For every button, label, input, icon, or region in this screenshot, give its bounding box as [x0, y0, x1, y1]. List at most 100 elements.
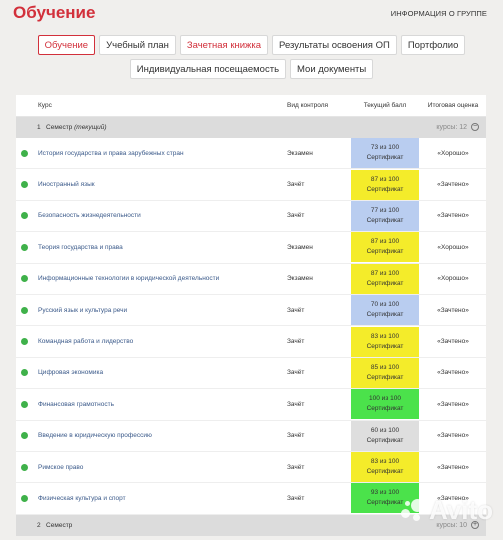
table-row: Русский язык и культура речи Зачёт 70 из 1… — [16, 295, 486, 327]
tab-tabs_row1-4[interactable]: Портфолио — [400, 35, 466, 55]
score-value: 85 из 100 — [370, 363, 400, 371]
table-row: Введение в юридическую профессию Зачёт 60 … — [16, 420, 486, 452]
semester-1-label: 1 Семестр (текущий) — [37, 124, 486, 131]
final-grade: «Хорошо» — [437, 275, 469, 283]
course-cell: Физическая культура и спорт — [16, 494, 287, 502]
course-link[interactable]: Цифровая экономика — [38, 369, 103, 376]
control-type: Экзамен — [287, 149, 313, 157]
score-cell: 70 из 100 Сертификат — [350, 295, 420, 326]
score-badge[interactable]: 85 из 100 Сертификат — [351, 357, 419, 388]
tab-tabs_row2-1[interactable]: Мои документы — [290, 59, 374, 79]
course-cell: Теория государства и права — [16, 243, 287, 251]
course-link[interactable]: Командная работа и лидерство — [38, 338, 133, 345]
final-grade: «Хорошо» — [437, 243, 469, 251]
control-type: Зачёт — [287, 212, 305, 220]
score-badge[interactable]: 87 из 100 Сертификат — [351, 232, 419, 263]
score-value: 87 из 100 — [370, 238, 400, 246]
course-link[interactable]: Римское право — [38, 464, 83, 471]
course-link[interactable]: Финансовая грамотность — [38, 401, 114, 408]
course-link[interactable]: Теория государства и права — [38, 244, 123, 251]
tab-tabs_row1-3[interactable]: Результаты освоения ОП — [272, 35, 397, 55]
control-type: Зачёт — [287, 400, 305, 408]
score-cell: 77 из 100 Сертификат — [350, 200, 420, 231]
tab-tabs_row1-2[interactable]: Зачетная книжка — [179, 35, 269, 55]
semester-1-title: Семестр — [46, 124, 73, 131]
course-link[interactable]: Информационные технологии в юридической … — [38, 275, 219, 282]
final-grade: «Зачтено» — [437, 181, 469, 189]
status-dot-icon — [21, 494, 28, 502]
status-dot-icon — [21, 463, 28, 471]
score-badge[interactable]: 77 из 100 Сертификат — [351, 200, 419, 231]
status-dot-icon — [21, 275, 28, 283]
course-link[interactable]: Физическая культура и спорт — [38, 495, 126, 502]
semester-2-title: Семестр — [46, 521, 73, 529]
score-badge[interactable]: 73 из 100 Сертификат — [351, 138, 419, 169]
score-badge[interactable]: 87 из 100 Сертификат — [351, 169, 419, 200]
semester-2-number: 2 — [37, 521, 41, 529]
score-certificate: Сертификат — [366, 405, 404, 413]
score-cell: 85 из 100 Сертификат — [350, 357, 420, 388]
table-row: Римское право Зачёт 83 из 100 Сертификат «За… — [16, 452, 486, 484]
score-cell: 73 из 100 Сертификат — [350, 138, 420, 169]
score-certificate: Сертификат — [366, 342, 404, 350]
score-cell: 60 из 100 Сертификат — [350, 420, 420, 451]
course-cell: Иностранный язык — [16, 181, 287, 189]
course-link[interactable]: Безопасность жизнедеятельности — [38, 212, 141, 219]
status-dot-icon — [21, 212, 28, 220]
tab-tabs_row1-1[interactable]: Учебный план — [99, 35, 176, 55]
final-grade: «Зачтено» — [437, 463, 469, 471]
status-dot-icon — [21, 432, 28, 440]
score-certificate: Сертификат — [366, 248, 404, 256]
score-certificate: Сертификат — [366, 311, 404, 319]
course-link[interactable]: История государства и права зарубежных с… — [38, 150, 184, 157]
score-badge[interactable]: 83 из 100 Сертификат — [351, 326, 419, 357]
score-badge[interactable]: 100 из 100 Сертификат — [351, 389, 419, 420]
page-title: Обучение — [13, 3, 96, 22]
courses-table: Курс Вид контроля Текущий балл Итоговая … — [16, 95, 486, 536]
course-cell: Безопасность жизнедеятельности — [16, 212, 287, 220]
score-badge[interactable]: 60 из 100 Сертификат — [351, 420, 419, 451]
final-grade: «Зачтено» — [437, 369, 469, 377]
course-cell: Цифровая экономика — [16, 369, 287, 377]
tab-bar: Обучение Учебный план Зачетная книжка Резул… — [0, 35, 503, 83]
semester-1-header[interactable]: 1 Семестр (текущий) курсы: 12 − — [16, 117, 486, 138]
course-link[interactable]: Русский язык и культура речи — [38, 307, 127, 314]
tab-tabs_row2-0[interactable]: Индивидуальная посещаемость — [129, 59, 287, 79]
table-row: История государства и права зарубежных с… — [16, 138, 486, 170]
collapse-icon[interactable]: − — [471, 123, 479, 131]
score-value: 60 из 100 — [370, 426, 400, 434]
group-info-link[interactable]: ИНФОРМАЦИЯ О ГРУППЕ — [391, 9, 487, 18]
score-badge[interactable]: 87 из 100 Сертификат — [351, 263, 419, 294]
score-certificate: Сертификат — [366, 185, 404, 193]
status-dot-icon — [21, 369, 28, 377]
table-row: Теория государства и права Экзамен 87 из 1… — [16, 232, 486, 264]
final-grade: «Зачтено» — [437, 212, 469, 220]
page: Обучение ИНФОРМАЦИЯ О ГРУППЕ Обучение Уче… — [0, 0, 503, 540]
semester-1-count: курсы: 12 − — [436, 123, 479, 131]
score-value: 70 из 100 — [370, 301, 400, 309]
table-row: Цифровая экономика Зачёт 85 из 100 Сертифик… — [16, 357, 486, 390]
final-grade: «Зачтено» — [437, 400, 469, 408]
tab-row-1: Обучение Учебный план Зачетная книжка Резул… — [0, 35, 503, 55]
score-cell: 87 из 100 Сертификат — [350, 232, 420, 263]
course-link[interactable]: Иностранный язык — [38, 181, 95, 188]
course-link[interactable]: Введение в юридическую профессию — [38, 432, 152, 439]
control-type: Зачёт — [287, 306, 305, 314]
score-certificate: Сертификат — [366, 499, 404, 507]
header-score: Текущий балл — [363, 102, 407, 109]
score-value: 87 из 100 — [370, 269, 400, 277]
avito-watermark-text: Avito — [428, 495, 493, 525]
score-cell: 87 из 100 Сертификат — [350, 169, 420, 200]
course-cell: Командная работа и лидерство — [16, 338, 287, 346]
score-value: 100 из 100 — [369, 395, 401, 403]
control-type: Зачёт — [287, 181, 305, 189]
score-badge[interactable]: 70 из 100 Сертификат — [351, 295, 419, 326]
score-cell: 87 из 100 Сертификат — [350, 263, 420, 294]
status-dot-icon — [21, 149, 28, 157]
course-cell: Русский язык и культура речи — [16, 306, 287, 314]
header-final: Итоговая оценка — [427, 102, 479, 109]
table-row: Финансовая грамотность Зачёт 100 из 100 Сер… — [16, 389, 486, 421]
score-certificate: Сертификат — [366, 468, 404, 476]
score-badge[interactable]: 83 из 100 Сертификат — [351, 452, 419, 483]
tab-tabs_row1-0[interactable]: Обучение — [37, 35, 96, 55]
